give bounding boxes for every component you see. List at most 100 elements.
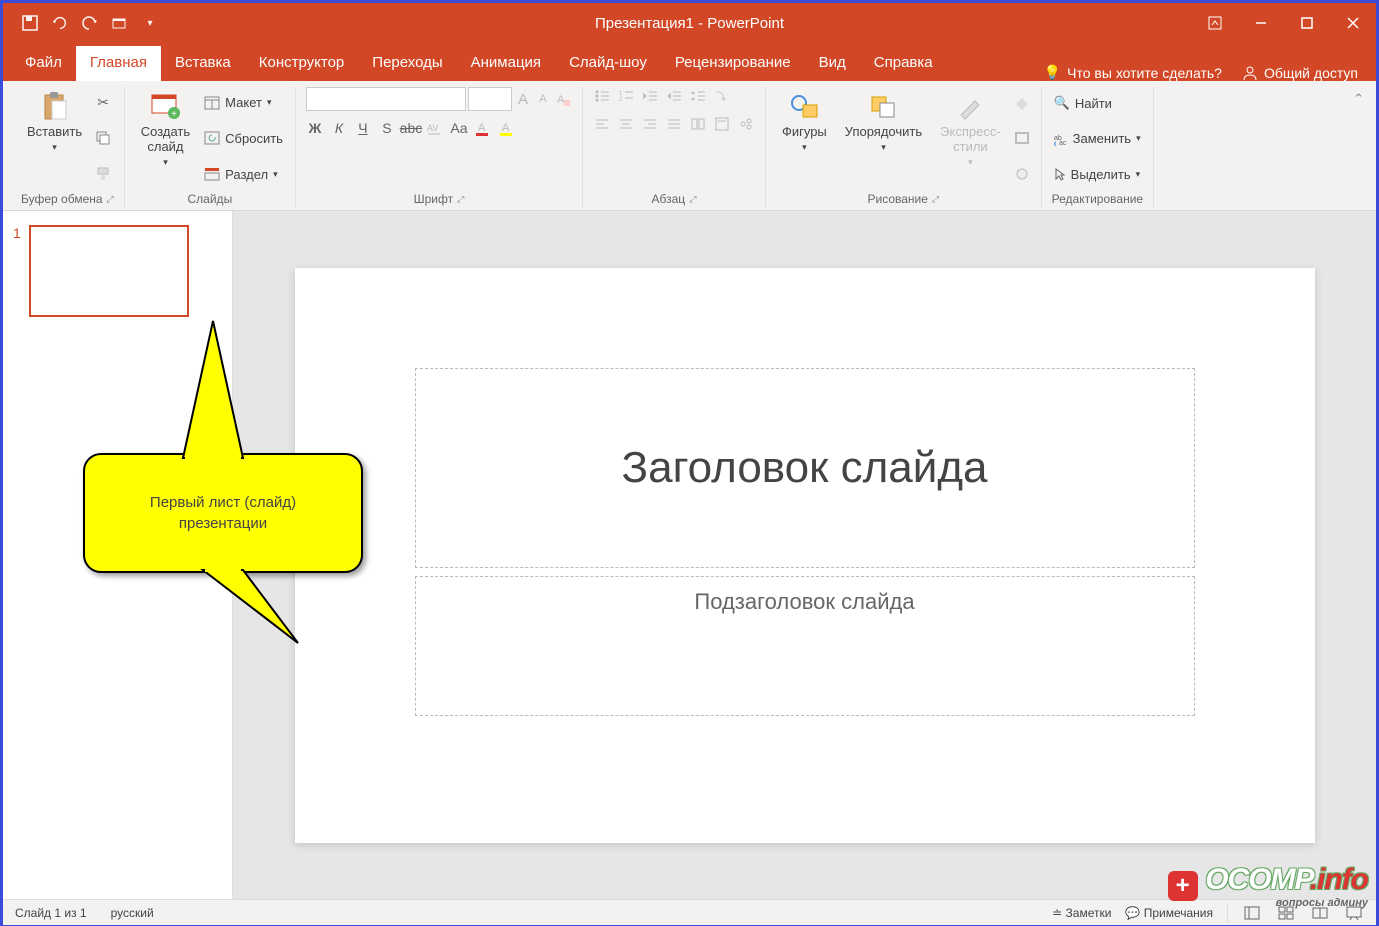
notes-button[interactable]: ≐ Заметки [1052,906,1111,920]
group-editing-label: Редактирование [1052,192,1143,206]
smartart-icon[interactable] [737,115,755,133]
change-case-icon[interactable]: Aa [450,119,468,137]
layout-button[interactable]: Макет ▾ [202,94,285,111]
decrease-indent-icon[interactable] [641,87,659,105]
dialog-launcher-icon[interactable]: ⤢ [107,194,114,205]
tab-home[interactable]: Главная [76,46,161,81]
svg-text:⤵: ⤵ [716,91,726,103]
font-size-input[interactable] [468,87,512,111]
bullets-icon[interactable] [593,87,611,105]
subtitle-placeholder[interactable]: Подзаголовок слайда [415,576,1195,716]
tab-review[interactable]: Рецензирование [661,46,805,81]
ribbon-display-options-icon[interactable] [1192,3,1238,43]
tab-file[interactable]: Файл [11,46,76,81]
columns-icon[interactable] [689,115,707,133]
collapse-ribbon-icon[interactable]: ⌃ [1353,91,1364,106]
shadow-icon[interactable]: S [378,119,396,137]
group-clipboard-label: Буфер обмена [21,192,103,206]
format-painter-icon[interactable] [94,165,112,183]
char-spacing-icon[interactable]: AV [426,119,444,137]
svg-text:+: + [172,109,178,120]
shapes-button[interactable]: Фигуры▾ [776,87,833,190]
svg-text:A: A [478,122,486,134]
reset-button[interactable]: Сбросить [202,130,285,147]
layout-icon [204,96,220,110]
tab-design[interactable]: Конструктор [245,46,359,81]
align-center-icon[interactable] [617,115,635,133]
paste-button[interactable]: Вставить ▾ [21,87,88,190]
thumb-preview[interactable] [29,225,189,317]
arrange-button[interactable]: Упорядочить▾ [839,87,928,190]
tab-help[interactable]: Справка [860,46,947,81]
watermark: + OCOMP.info вопросы админу [1168,863,1368,909]
shape-fill-icon[interactable] [1013,94,1031,112]
dialog-launcher-icon[interactable]: ⤢ [689,194,696,205]
font-color-icon[interactable]: A [474,119,492,137]
highlight-icon[interactable]: A [498,119,516,137]
shapes-icon [788,91,820,123]
qat-dropdown-icon[interactable]: ▾ [141,14,159,32]
chevron-down-icon: ▾ [163,157,168,167]
tab-animation[interactable]: Анимация [457,46,555,81]
decrease-font-icon[interactable]: A [534,90,552,108]
shape-outline-icon[interactable] [1013,129,1031,147]
bold-icon[interactable]: Ж [306,119,324,137]
increase-indent-icon[interactable] [665,87,683,105]
slide-counter[interactable]: Слайд 1 из 1 [15,906,87,920]
maximize-icon[interactable] [1284,3,1330,43]
cursor-icon [1054,167,1066,181]
cut-icon[interactable]: ✂ [94,94,112,112]
tab-slideshow[interactable]: Слайд-шоу [555,46,661,81]
tell-me-search[interactable]: 💡 Что вы хотите сделать? [1044,64,1222,81]
strikethrough-icon[interactable]: abc [402,119,420,137]
dialog-launcher-icon[interactable]: ⤢ [457,194,464,205]
watermark-plus-icon: + [1168,871,1198,901]
slide[interactable]: Заголовок слайда Подзаголовок слайда [295,268,1315,843]
section-button[interactable]: Раздел ▾ [202,166,285,183]
find-button[interactable]: 🔍Найти [1052,94,1143,112]
tab-transitions[interactable]: Переходы [358,46,456,81]
text-direction-icon[interactable]: ⤵ [713,87,731,105]
undo-icon[interactable] [51,14,69,32]
underline-icon[interactable]: Ч [354,119,372,137]
start-from-beginning-icon[interactable] [111,14,129,32]
title-placeholder[interactable]: Заголовок слайда [415,368,1195,568]
quick-styles-icon [954,91,986,123]
svg-text:AV: AV [427,123,438,133]
justify-icon[interactable] [665,115,683,133]
close-icon[interactable] [1330,3,1376,43]
replace-button[interactable]: abacЗаменить ▾ [1052,130,1143,147]
quick-styles-button[interactable]: Экспресс- стили▾ [934,87,1007,190]
arrange-icon [867,91,899,123]
save-icon[interactable] [21,14,39,32]
align-right-icon[interactable] [641,115,659,133]
redo-icon[interactable] [81,14,99,32]
group-drawing-label: Рисование [867,192,927,206]
tab-insert[interactable]: Вставка [161,46,245,81]
tab-view[interactable]: Вид [805,46,860,81]
person-icon [1242,65,1258,81]
notes-icon: ≐ [1052,906,1062,920]
group-clipboard: Вставить ▾ ✂ Буфер обмена ⤢ [11,87,125,208]
line-spacing-icon[interactable] [689,87,707,105]
align-left-icon[interactable] [593,115,611,133]
shape-effects-icon[interactable] [1013,165,1031,183]
font-name-input[interactable] [306,87,466,111]
align-text-icon[interactable] [713,115,731,133]
quick-access-toolbar: ▾ [3,14,159,32]
copy-icon[interactable] [94,129,112,147]
slide-canvas-area[interactable]: Заголовок слайда Подзаголовок слайда [233,211,1376,899]
increase-font-icon[interactable]: A [514,90,532,108]
dialog-launcher-icon[interactable]: ⤢ [932,194,939,205]
select-button[interactable]: Выделить ▾ [1052,166,1143,183]
minimize-icon[interactable] [1238,3,1284,43]
italic-icon[interactable]: К [330,119,348,137]
clear-formatting-icon[interactable]: A [554,90,572,108]
new-slide-button[interactable]: + Создать слайд ▾ [135,87,196,190]
svg-text:ac: ac [1059,140,1067,146]
numbering-icon[interactable]: 12 [617,87,635,105]
language-indicator[interactable]: русский [111,906,154,920]
share-button[interactable]: Общий доступ [1242,65,1358,81]
group-font: A A A Ж К Ч S abc AV Aa A A Шрифт ⤢ [296,87,583,208]
slide-thumbnail-1[interactable]: 1 [13,225,222,317]
